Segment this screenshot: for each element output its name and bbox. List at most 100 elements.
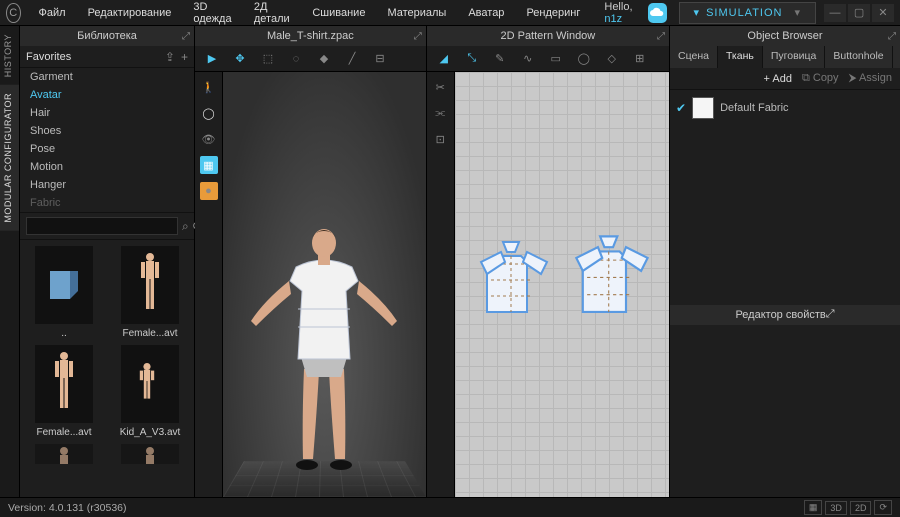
upload-icon[interactable]: ⇪: [165, 50, 175, 64]
property-editor-title: Редактор свойств⤢: [670, 305, 900, 325]
simulation-button[interactable]: ▾ SIMULATION ▾: [679, 2, 816, 24]
avatar-icon[interactable]: ●: [200, 182, 218, 200]
toolbar-3d-left: 🚶 ◯ 👁 ▦ ●: [195, 72, 223, 497]
maximize-button[interactable]: ▢: [848, 4, 870, 22]
menu-file[interactable]: Файл: [29, 3, 76, 23]
curve-tool[interactable]: ∿: [519, 50, 537, 68]
tape-tool[interactable]: ⊟: [371, 50, 389, 68]
assign-button[interactable]: ⮞ Assign: [849, 72, 892, 85]
circle-tool[interactable]: ◯: [575, 50, 593, 68]
pin-tool[interactable]: ◆: [315, 50, 333, 68]
internal-tool[interactable]: ⊞: [631, 50, 649, 68]
menu-2d-details[interactable]: 2Д детали: [244, 0, 300, 29]
favorites-label[interactable]: Favorites: [26, 51, 159, 63]
category-shoes[interactable]: Shoes: [20, 122, 194, 140]
dart-tool[interactable]: ◇: [603, 50, 621, 68]
toolbar-3d-top: ▶ ✥ ⬚ ◌ ◆ ╱ ⊟: [195, 46, 426, 72]
menu-sewing[interactable]: Сшивание: [302, 3, 375, 23]
view-3d-toggle[interactable]: 3D: [825, 501, 847, 515]
library-title: Библиотека ⤢: [20, 26, 194, 46]
tab-scene[interactable]: Сцена: [670, 46, 718, 68]
category-hanger[interactable]: Hanger: [20, 176, 194, 194]
tab-fabric[interactable]: Ткань: [718, 46, 763, 68]
view-2d-title: 2D Pattern Window⤢: [427, 26, 669, 46]
copy-button[interactable]: ⧉ Copy: [802, 72, 839, 85]
add-button[interactable]: + Add: [764, 73, 792, 85]
popout-icon[interactable]: ⤢: [826, 308, 835, 321]
tab-button[interactable]: Пуговица: [763, 46, 826, 68]
lasso-tool[interactable]: ◌: [287, 50, 305, 68]
version-label: Version: 4.0.131 (r30536): [8, 502, 127, 514]
view-2d: 2D Pattern Window⤢ ◢ ⤡ ✎ ∿ ▭ ◯ ◇ ⊞ ✂ ⫘ ⊡: [427, 26, 670, 497]
popout-icon[interactable]: ⤢: [657, 31, 665, 42]
menu-materials[interactable]: Материалы: [377, 3, 456, 23]
thumb-kid[interactable]: Kid_A_V3.avt: [112, 345, 188, 438]
avatar-figure: [244, 209, 404, 489]
menu-3d-clothes[interactable]: 3D одежда: [183, 0, 242, 29]
library-thumbs: .. Female...avt Female...avt Kid_A_V3.av…: [20, 240, 194, 497]
view-3d-title: Male_T-shirt.zpac⤢: [195, 26, 426, 46]
link-icon[interactable]: ⫘: [431, 104, 449, 122]
viewport-2d[interactable]: [455, 72, 669, 497]
menu-edit[interactable]: Редактирование: [78, 3, 182, 23]
library-categories: Garment Avatar Hair Shoes Pose Motion Ha…: [20, 68, 194, 212]
status-bar: Version: 4.0.131 (r30536) ▦ 3D 2D ⟳: [0, 497, 900, 517]
tab-more[interactable]: Сп: [893, 46, 900, 68]
right-panel: Object Browser⤢ Сцена Ткань Пуговица But…: [670, 26, 900, 497]
category-garment[interactable]: Garment: [20, 68, 194, 86]
pattern-pieces: [467, 225, 657, 345]
cursor-tool[interactable]: ▶: [203, 50, 221, 68]
cloud-button[interactable]: [648, 3, 666, 23]
minimize-button[interactable]: —: [824, 4, 846, 22]
check-icon: ✔: [676, 101, 686, 115]
category-fabric[interactable]: Fabric: [20, 194, 194, 212]
category-hair[interactable]: Hair: [20, 104, 194, 122]
select-box-tool[interactable]: ⬚: [259, 50, 277, 68]
side-tab-modular[interactable]: MODULAR CONFIGURATOR: [0, 85, 19, 231]
rect-tool[interactable]: ▭: [547, 50, 565, 68]
side-tabs: HISTORY MODULAR CONFIGURATOR: [0, 26, 20, 497]
thumb-extra2[interactable]: [112, 444, 188, 464]
category-motion[interactable]: Motion: [20, 158, 194, 176]
fabric-name: Default Fabric: [720, 102, 788, 114]
search-icon[interactable]: ⌕: [182, 219, 189, 234]
thumb-female1[interactable]: Female...avt: [112, 246, 188, 339]
popout-icon[interactable]: ⤢: [414, 31, 422, 42]
tab-buttonhole[interactable]: Buttonhole: [825, 46, 892, 68]
measure-tool[interactable]: ╱: [343, 50, 361, 68]
thumb-up[interactable]: ..: [26, 246, 102, 339]
walk-icon[interactable]: 🚶: [200, 78, 218, 96]
hello-label: Hello, n1z: [604, 1, 638, 25]
close-button[interactable]: ✕: [872, 4, 894, 22]
sewing-icon[interactable]: ✂: [431, 78, 449, 96]
shirt-icon[interactable]: ◯: [200, 104, 218, 122]
menu-bar: C Файл Редактирование 3D одежда 2Д детал…: [0, 0, 900, 26]
draw-tool[interactable]: ✎: [491, 50, 509, 68]
category-pose[interactable]: Pose: [20, 140, 194, 158]
thumb-female2[interactable]: Female...avt: [26, 345, 102, 438]
move-tool[interactable]: ✥: [231, 50, 249, 68]
library-panel: Библиотека ⤢ Favorites ⇪ + Garment Avata…: [20, 26, 195, 497]
refresh-button[interactable]: ⟳: [874, 500, 892, 515]
menu-rendering[interactable]: Рендеринг: [516, 3, 590, 23]
pin-icon[interactable]: ⤢: [182, 31, 190, 42]
trace-icon[interactable]: ⊡: [431, 130, 449, 148]
dropdown-icon: ▾: [794, 6, 801, 19]
transform-tool[interactable]: ⤡: [463, 50, 481, 68]
view-icon[interactable]: 👁: [200, 130, 218, 148]
fabric-item[interactable]: ✔ Default Fabric: [676, 94, 894, 122]
add-icon[interactable]: +: [181, 50, 188, 64]
side-tab-history[interactable]: HISTORY: [0, 26, 19, 85]
object-browser-list: ✔ Default Fabric: [670, 90, 900, 126]
library-search-input[interactable]: [26, 217, 178, 235]
viewport-3d[interactable]: [223, 72, 426, 497]
popout-icon[interactable]: ⤢: [888, 31, 896, 42]
edit-tool[interactable]: ◢: [435, 50, 453, 68]
texture-icon[interactable]: ▦: [200, 156, 218, 174]
category-avatar[interactable]: Avatar: [20, 86, 194, 104]
view-2d-toggle[interactable]: 2D: [850, 501, 872, 515]
grid-toggle[interactable]: ▦: [804, 500, 823, 515]
object-browser-tabs: Сцена Ткань Пуговица Buttonhole Сп: [670, 46, 900, 68]
thumb-extra1[interactable]: [26, 444, 102, 464]
menu-avatar[interactable]: Аватар: [458, 3, 514, 23]
